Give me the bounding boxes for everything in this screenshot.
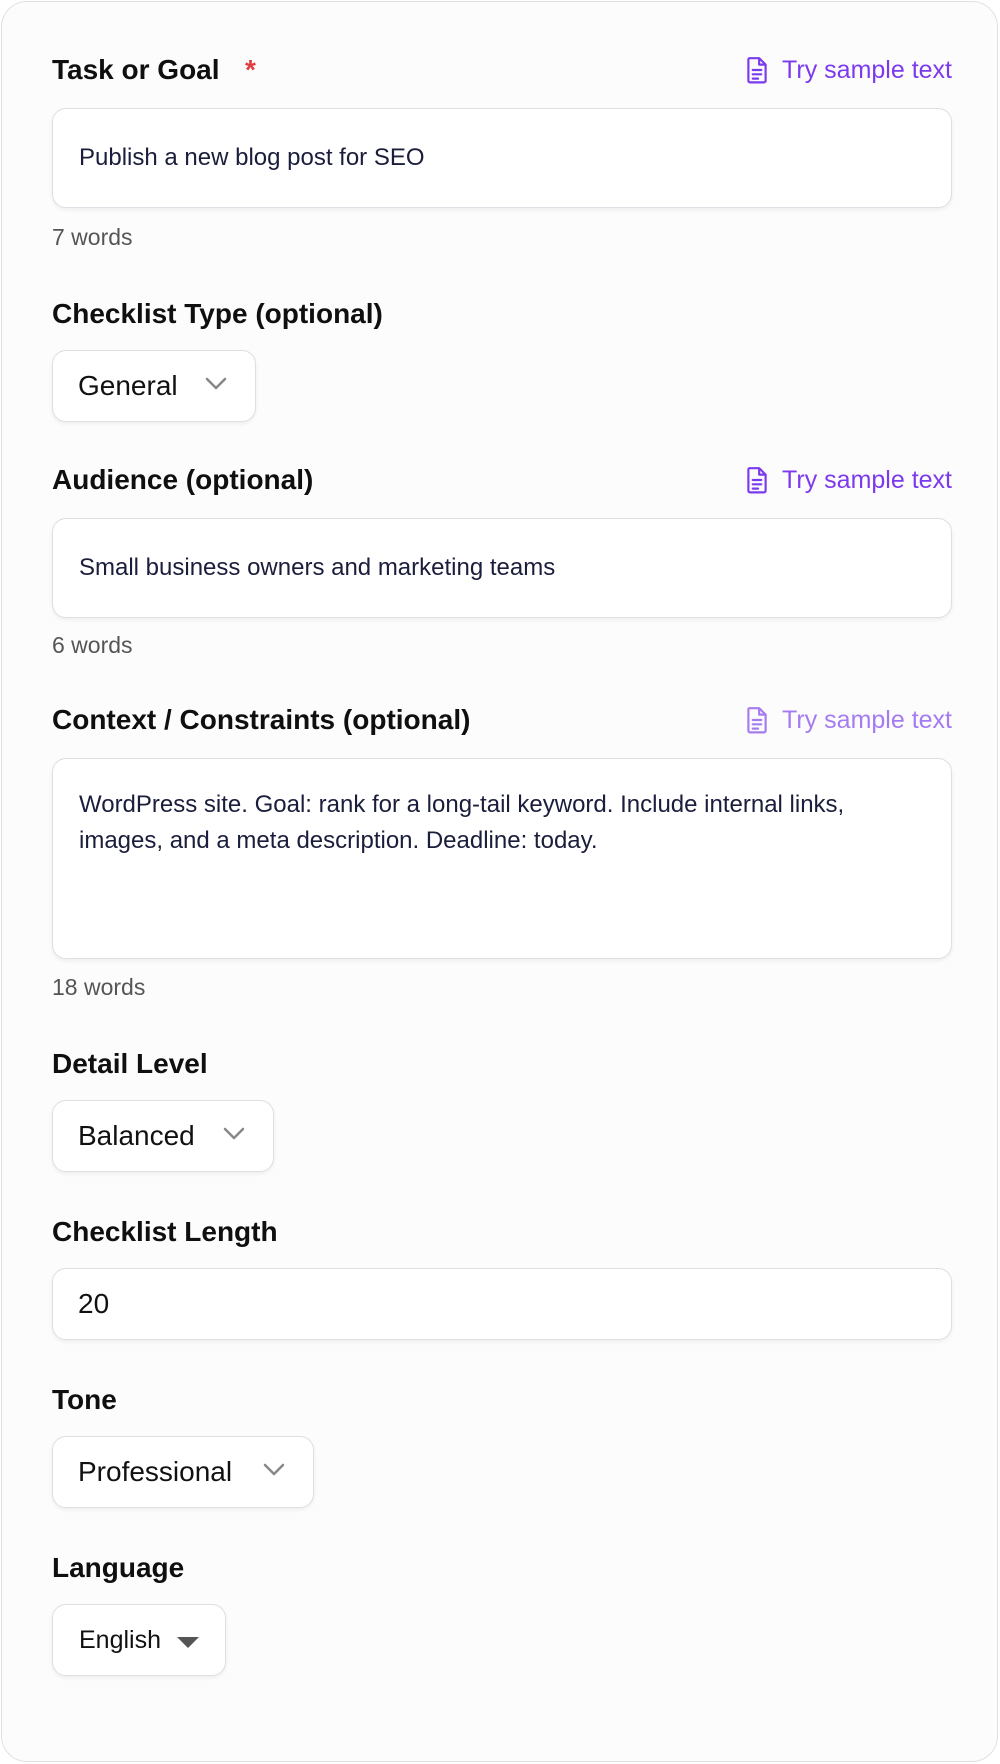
task-sample-label: Try sample text [782, 55, 952, 84]
audience-input-value: Small business owners and marketing team… [79, 554, 556, 581]
checklist-type-label: Checklist Type (optional) [52, 298, 383, 329]
task-input[interactable]: Publish a new blog post for SEO [52, 108, 952, 208]
context-field: Context / Constraints (optional) Try sam… [52, 702, 952, 1000]
checklist-type-value: General [78, 370, 178, 401]
context-textarea-value: WordPress site. Goal: rank for a long-ta… [79, 791, 845, 854]
audience-input[interactable]: Small business owners and marketing team… [52, 518, 952, 618]
language-select[interactable]: English [52, 1604, 226, 1676]
context-word-count: 18 words [52, 974, 146, 1000]
checklist-length-field: Checklist Length 20 [52, 1214, 952, 1340]
checklist-length-input[interactable]: 20 [52, 1268, 952, 1340]
chevron-down-icon [223, 1127, 245, 1140]
tone-field: Tone Professional [52, 1382, 952, 1508]
audience-field: Audience (optional) Try sample text Smal… [52, 462, 952, 658]
detail-level-field: Detail Level Balanced [52, 1046, 952, 1172]
caret-down-icon [177, 1637, 199, 1648]
task-field: Task or Goal * Try sample text Publish a… [52, 52, 952, 250]
checklist-length-label: Checklist Length [52, 1216, 278, 1247]
detail-level-select[interactable]: Balanced [52, 1100, 274, 1172]
language-field: Language English [52, 1550, 952, 1676]
document-icon [747, 707, 767, 734]
document-icon [747, 467, 767, 494]
form-card: Task or Goal * Try sample text Publish a… [1, 1, 998, 1762]
chevron-down-icon [205, 377, 227, 390]
checklist-type-field: Checklist Type (optional) General [52, 296, 952, 422]
context-label: Context / Constraints (optional) [52, 704, 471, 735]
task-label: Task or Goal [52, 54, 220, 85]
chevron-down-icon [263, 1463, 285, 1476]
context-sample-button[interactable]: Try sample text [744, 704, 952, 736]
tone-select[interactable]: Professional [52, 1436, 314, 1508]
tone-value: Professional [78, 1456, 233, 1487]
task-word-count: 7 words [52, 224, 133, 250]
language-label: Language [52, 1552, 185, 1583]
required-mark: * [245, 54, 256, 85]
audience-label: Audience (optional) [52, 464, 314, 495]
document-icon [747, 57, 767, 84]
checklist-type-select[interactable]: General [52, 350, 256, 422]
audience-sample-button[interactable]: Try sample text [744, 464, 952, 496]
task-input-value: Publish a new blog post for SEO [79, 144, 425, 171]
audience-word-count: 6 words [52, 632, 133, 658]
detail-level-value: Balanced [78, 1120, 195, 1151]
context-textarea[interactable]: WordPress site. Goal: rank for a long-ta… [52, 758, 952, 959]
detail-level-label: Detail Level [52, 1048, 208, 1079]
task-sample-button[interactable]: Try sample text [744, 54, 952, 86]
checklist-length-value: 20 [78, 1288, 110, 1319]
tone-label: Tone [52, 1384, 117, 1415]
language-value: English [79, 1625, 161, 1654]
context-sample-label: Try sample text [782, 705, 952, 734]
audience-sample-label: Try sample text [782, 465, 952, 494]
